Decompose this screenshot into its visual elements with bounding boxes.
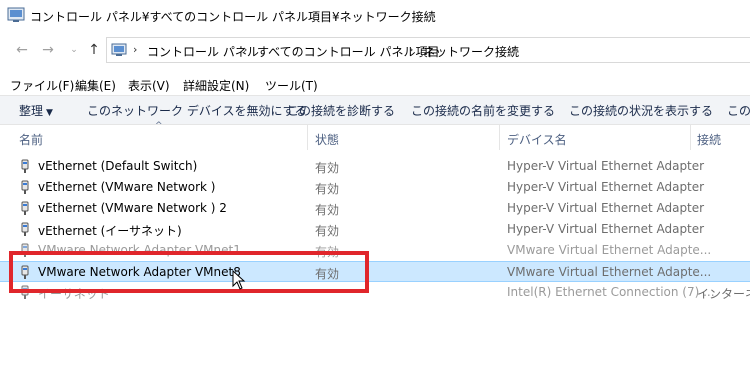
table-row[interactable]: vEthernet (VMware Network ) 2 有効 Hyper-V… — [0, 198, 750, 219]
device-name: Hyper-V Virtual Ethernet Adapter — [507, 159, 705, 173]
table-row[interactable]: vEthernet (イーサネット) 有効 Hyper-V Virtual Et… — [0, 219, 750, 240]
connection-status: 有効 — [315, 203, 340, 217]
menu-view[interactable]: 表示(V) — [128, 77, 170, 94]
device-name: Hyper-V Virtual Ethernet Adapter — [507, 201, 705, 215]
connection-status: 有効 — [315, 224, 340, 238]
column-divider[interactable] — [690, 124, 691, 150]
device-name: VMware Virtual Ethernet Adapte... — [507, 265, 712, 279]
menu-tools[interactable]: ツール(T) — [265, 77, 318, 94]
mouse-cursor-icon — [232, 270, 246, 290]
connection-name: vEthernet (VMware Network ) 2 — [38, 201, 227, 215]
title-bar: コントロール パネル¥すべてのコントロール パネル項目¥ネットワーク接続 — [0, 0, 750, 31]
column-header: 名前 状態 デバイス名 接続 — [0, 124, 750, 150]
network-adapter-icon — [21, 222, 29, 236]
column-header-name[interactable]: 名前 — [19, 131, 43, 148]
chevron-down-icon: ▼ — [46, 108, 53, 118]
menu-file[interactable]: ファイル(F) — [10, 77, 74, 94]
breadcrumb-separator-icon[interactable]: › — [409, 43, 413, 56]
column-divider[interactable] — [307, 124, 308, 150]
connection-name: vEthernet (イーサネット) — [38, 224, 182, 238]
breadcrumb-separator-icon[interactable]: › — [243, 43, 247, 56]
control-panel-icon — [7, 7, 25, 22]
column-header-connection[interactable]: 接続 — [697, 131, 721, 148]
control-panel-icon — [111, 43, 127, 56]
recent-dropdown-icon[interactable]: ⌄ — [66, 42, 82, 58]
table-row[interactable]: vEthernet (VMware Network ) 有効 Hyper-V V… — [0, 177, 750, 198]
table-row[interactable]: vEthernet (Default Switch) 有効 Hyper-V Vi… — [0, 156, 750, 177]
command-bar: 整理 ▼ このネットワーク デバイスを無効にする この接続を診断する この接続の名… — [0, 95, 750, 125]
disable-device-button[interactable]: このネットワーク デバイスを無効にする — [87, 102, 307, 119]
connection-name: vEthernet (VMware Network ) — [38, 180, 216, 194]
device-name: Hyper-V Virtual Ethernet Adapter — [507, 222, 705, 236]
more-command-button[interactable]: この接 — [727, 102, 750, 119]
up-arrow-icon[interactable]: ↑ — [86, 42, 102, 58]
column-header-status[interactable]: 状態 — [315, 131, 339, 148]
column-divider[interactable] — [499, 124, 500, 150]
forward-arrow-icon[interactable]: → — [40, 42, 56, 58]
rename-button[interactable]: この接続の名前を変更する — [411, 102, 555, 119]
device-name: VMware Virtual Ethernet Adapte... — [507, 243, 712, 257]
menu-bar: ファイル(F) 編集(E) 表示(V) 詳細設定(N) ツール(T) — [0, 72, 750, 94]
network-adapter-icon — [21, 159, 29, 173]
address-bar[interactable]: › コントロール パネル › すべてのコントロール パネル項目 › ネットワーク… — [106, 37, 750, 63]
connection-status: 有効 — [315, 182, 340, 196]
back-arrow-icon[interactable]: ← — [14, 42, 30, 58]
view-status-button[interactable]: この接続の状況を表示する — [569, 102, 713, 119]
organize-button[interactable]: 整理 ▼ — [19, 102, 53, 119]
breadcrumb-separator-icon[interactable]: › — [511, 43, 515, 56]
connection-name: vEthernet (Default Switch) — [38, 159, 198, 173]
device-name: Hyper-V Virtual Ethernet Adapter — [507, 180, 705, 194]
connection-type: インターネッ — [697, 287, 750, 301]
device-name: Intel(R) Ethernet Connection (7) ... — [507, 285, 715, 299]
diagnose-button[interactable]: この接続を診断する — [287, 102, 395, 119]
organize-label: 整理 — [19, 104, 44, 118]
column-header-device[interactable]: デバイス名 — [507, 131, 567, 148]
connection-status: 有効 — [315, 161, 340, 175]
highlight-box — [9, 251, 369, 293]
network-adapter-icon — [21, 180, 29, 194]
breadcrumb-network-connections[interactable]: ネットワーク接続 — [423, 43, 519, 60]
menu-advanced[interactable]: 詳細設定(N) — [183, 77, 249, 94]
breadcrumb-separator-icon[interactable]: › — [133, 43, 137, 56]
network-adapter-icon — [21, 201, 29, 215]
window-title: コントロール パネル¥すべてのコントロール パネル項目¥ネットワーク接続 — [30, 10, 436, 24]
menu-edit[interactable]: 編集(E) — [75, 77, 116, 94]
